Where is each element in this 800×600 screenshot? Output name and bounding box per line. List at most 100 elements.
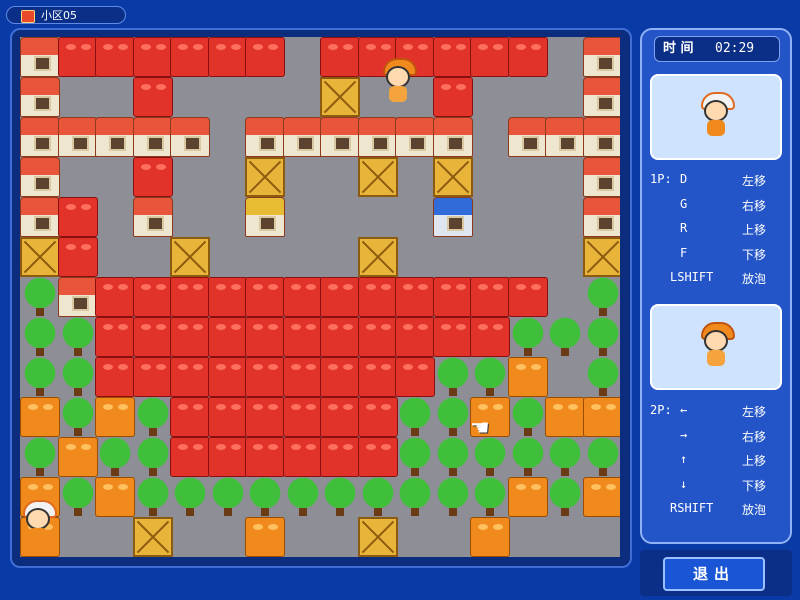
tree-tile xyxy=(545,477,585,517)
red-block-tile xyxy=(170,397,210,437)
orange-block-tile xyxy=(507,477,548,517)
game-board[interactable] xyxy=(20,37,620,557)
tree-tile xyxy=(57,357,98,397)
red-block-tile xyxy=(57,37,98,77)
house-tile xyxy=(432,117,473,157)
tree-tile xyxy=(132,397,173,437)
tree-tile xyxy=(395,397,435,437)
house-tile xyxy=(95,117,135,157)
red-block-tile xyxy=(245,437,285,477)
red-block-tile xyxy=(207,317,248,357)
player-1-character xyxy=(18,498,58,546)
red-block-tile xyxy=(132,277,173,317)
orange-block-tile xyxy=(582,477,620,517)
tree-tile xyxy=(582,317,620,357)
control-key: F xyxy=(680,245,688,260)
red-block-tile xyxy=(132,37,173,77)
red-block-tile xyxy=(320,397,360,437)
red-block-tile xyxy=(132,157,173,197)
red-block-tile xyxy=(282,277,323,317)
wooden-crate-tile xyxy=(432,157,473,197)
tree-tile xyxy=(20,317,60,357)
house-tile xyxy=(582,197,620,237)
controls-row: R 上移 xyxy=(650,221,780,246)
tree-tile xyxy=(57,397,98,437)
control-action: 下移 xyxy=(742,478,767,493)
house-tile xyxy=(57,117,98,157)
house-tile xyxy=(545,117,585,157)
player-1-controls: 1P: D 左移 G 右移 R 上移 F 下移 LSHIFT 放泡 xyxy=(650,172,780,295)
exit-button[interactable]: 退出 xyxy=(663,557,765,591)
tree-tile xyxy=(432,357,473,397)
app-icon xyxy=(21,10,35,23)
red-block-tile xyxy=(357,397,398,437)
tree-tile xyxy=(57,477,98,517)
tree-tile xyxy=(432,437,473,477)
house-tile xyxy=(320,117,360,157)
red-block-tile xyxy=(320,37,360,77)
red-block-tile xyxy=(132,77,173,117)
red-block-tile xyxy=(57,237,98,277)
red-block-tile xyxy=(432,317,473,357)
controls-row: 2P: ← 左移 xyxy=(650,403,780,428)
control-key: G xyxy=(680,196,688,211)
tree-tile xyxy=(20,437,60,477)
red-block-tile xyxy=(432,37,473,77)
tree-tile xyxy=(470,477,510,517)
wooden-crate-tile xyxy=(245,157,285,197)
tree-tile xyxy=(245,477,285,517)
wooden-crate-tile xyxy=(357,157,398,197)
control-key: ← xyxy=(680,403,688,417)
red-block-tile xyxy=(432,277,473,317)
house-tile xyxy=(245,117,285,157)
orange-block-tile xyxy=(95,397,135,437)
red-block-tile xyxy=(320,437,360,477)
red-block-tile xyxy=(357,357,398,397)
tree-tile xyxy=(582,277,620,317)
controls-row: G 右移 xyxy=(650,197,780,222)
orange-block-tile xyxy=(245,517,285,557)
tree-tile xyxy=(320,477,360,517)
controls-row: 1P: D 左移 xyxy=(650,172,780,197)
tree-tile xyxy=(545,317,585,357)
control-action: 放泡 xyxy=(742,272,767,286)
red-block-tile xyxy=(470,277,510,317)
red-block-tile xyxy=(395,357,435,397)
controls-row: ↑ 上移 xyxy=(650,452,780,477)
hand-cursor-icon: ☚ xyxy=(470,416,490,441)
player-1-portrait xyxy=(650,74,782,160)
controls-row: ↓ 下移 xyxy=(650,477,780,502)
control-action: 上移 xyxy=(742,454,767,468)
wooden-crate-tile xyxy=(320,77,360,117)
tree-tile xyxy=(357,477,398,517)
red-block-tile xyxy=(132,317,173,357)
red-block-tile xyxy=(282,437,323,477)
blue-house-tile xyxy=(432,197,473,237)
control-action: 上移 xyxy=(742,223,767,237)
player-label: 1P: xyxy=(650,172,672,186)
house-tile xyxy=(582,37,620,77)
orange-block-tile xyxy=(20,397,60,437)
player-2-character xyxy=(378,56,418,104)
control-action: 放泡 xyxy=(742,503,767,517)
wooden-crate-tile xyxy=(170,237,210,277)
house-tile xyxy=(20,117,60,157)
red-block-tile xyxy=(282,317,323,357)
tree-tile xyxy=(57,317,98,357)
tree-tile xyxy=(582,437,620,477)
orange-block-tile xyxy=(582,397,620,437)
controls-row: LSHIFT 放泡 xyxy=(650,270,780,295)
controls-row: F 下移 xyxy=(650,246,780,271)
red-block-tile xyxy=(245,37,285,77)
red-block-tile xyxy=(95,37,135,77)
red-block-tile xyxy=(95,277,135,317)
player-2-avatar xyxy=(696,320,736,368)
red-block-tile xyxy=(207,397,248,437)
timer-label: 时 间 xyxy=(663,41,694,56)
red-block-tile xyxy=(170,37,210,77)
tree-tile xyxy=(545,437,585,477)
control-action: 左移 xyxy=(742,405,767,419)
window-title: 小区05 xyxy=(41,9,77,22)
wooden-crate-tile xyxy=(132,517,173,557)
tree-tile xyxy=(507,437,548,477)
